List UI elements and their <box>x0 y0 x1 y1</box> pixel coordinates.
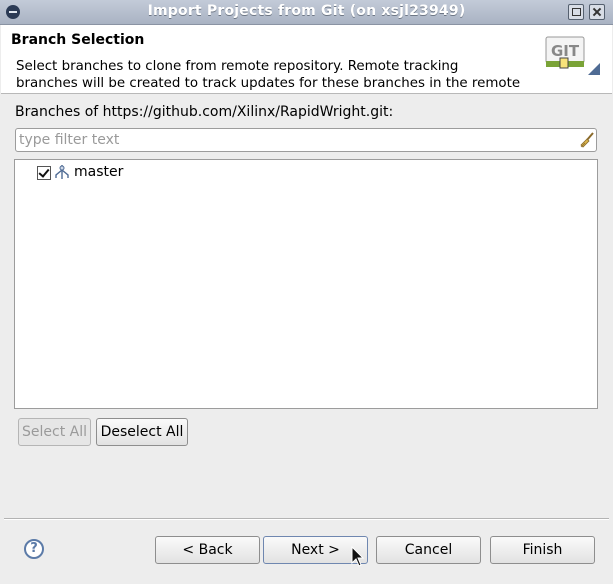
page-title: Branch Selection <box>11 32 145 48</box>
branch-name: master <box>74 164 124 180</box>
branches-label: Branches of https://github.com/Xilinx/Ra… <box>15 104 394 120</box>
title-bar: Import Projects from Git (on xsjl23949) <box>0 0 613 25</box>
maximize-button[interactable] <box>568 4 584 20</box>
close-button[interactable] <box>589 4 605 20</box>
select-all-button[interactable]: Select All <box>18 418 91 446</box>
branch-tree[interactable]: master <box>14 159 598 409</box>
deselect-all-button[interactable]: Deselect All <box>96 418 188 446</box>
cancel-button[interactable]: Cancel <box>376 536 481 564</box>
page-description: Select branches to clone from remote rep… <box>16 59 521 91</box>
filter-box <box>15 128 597 152</box>
finish-button[interactable]: Finish <box>490 536 595 564</box>
filter-input[interactable] <box>19 131 569 149</box>
branch-checkbox[interactable] <box>37 166 51 180</box>
branch-icon <box>55 165 69 179</box>
back-button[interactable]: < Back <box>155 536 260 564</box>
footer-separator <box>4 518 609 520</box>
window-title: Import Projects from Git (on xsjl23949) <box>147 3 466 19</box>
wizard-header: Branch Selection Select branches to clon… <box>1 25 612 94</box>
help-icon[interactable]: ? <box>24 539 44 559</box>
clear-filter-icon[interactable] <box>578 131 596 149</box>
git-badge-text: GIT <box>551 42 580 60</box>
tree-item[interactable]: master <box>15 163 597 183</box>
mouse-cursor-icon <box>351 546 365 567</box>
git-logo-icon: GIT <box>545 36 600 75</box>
